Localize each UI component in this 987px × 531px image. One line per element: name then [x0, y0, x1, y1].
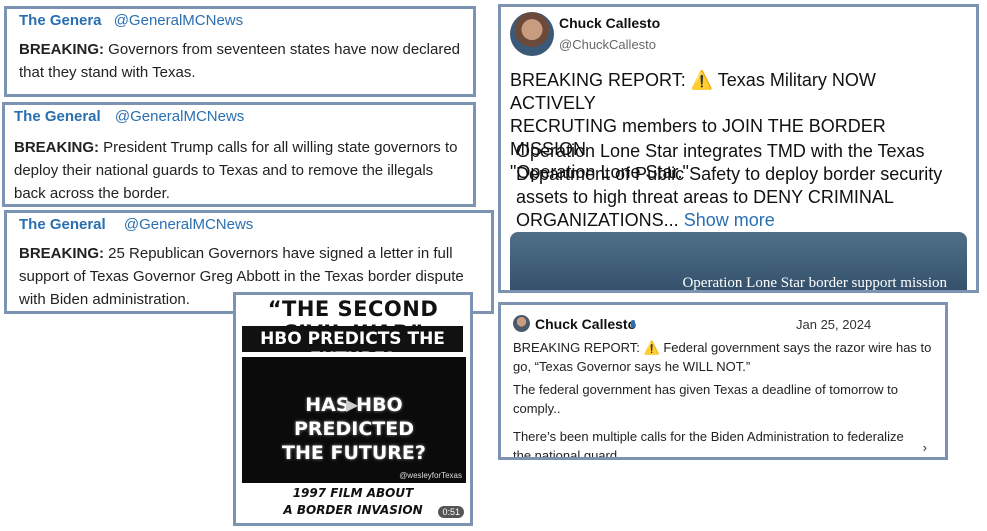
- caption-line: A BORDER INVASION: [283, 503, 423, 517]
- author-handle[interactable]: @GeneralMCNews: [114, 12, 243, 29]
- post-date[interactable]: Jan 25, 2024: [796, 317, 871, 332]
- video-card[interactable]: “THE SECOND CIVIL WAR” HBO PREDICTS THE …: [233, 292, 473, 526]
- text-line: The federal government has given Texas a…: [513, 382, 898, 397]
- author-name[interactable]: The Genera: [19, 12, 102, 29]
- post-header: The Genera @GeneralMCNews: [19, 12, 243, 29]
- post-card-governors-seventeen[interactable]: The Genera @GeneralMCNews BREAKING: Gove…: [4, 6, 476, 97]
- post-text: BREAKING: Governors from seventeen state…: [19, 38, 473, 84]
- author-name[interactable]: The General: [14, 108, 101, 125]
- text-line: with Biden administration.: [19, 291, 190, 308]
- author-name[interactable]: The General: [19, 216, 106, 233]
- post-card-trump-guards[interactable]: The General @GeneralMCNews BREAKING: Pre…: [2, 102, 476, 207]
- breaking-label: BREAKING:: [19, 41, 104, 58]
- text-line: back across the border.: [14, 185, 170, 202]
- frame-text-line: THE FUTURE?: [282, 442, 426, 464]
- post-paragraph: BREAKING REPORT: ⚠️ Federal government s…: [513, 338, 943, 376]
- text-line: support of Texas Governor Greg Abbott in…: [19, 268, 464, 285]
- caption-line: 1997 FILM ABOUT: [292, 486, 414, 500]
- breaking-label: BREAKING:: [19, 245, 104, 262]
- media-caption: Operation Lone Star border support missi…: [682, 275, 947, 291]
- text-line: ORGANIZATIONS...: [516, 210, 679, 230]
- author-name[interactable]: Chuck Callesto: [535, 316, 636, 332]
- show-more-link[interactable]: Show more: [684, 210, 775, 230]
- post-paragraph: The federal government has given Texas a…: [513, 380, 943, 418]
- post-text-continued: Operation Lone Star integrates TMD with …: [516, 140, 966, 232]
- post-header: The General @GeneralMCNews: [14, 108, 244, 125]
- text-line: deploy their national guards to Texas an…: [14, 162, 434, 179]
- text-line: BREAKING REPORT: ⚠️ Federal government s…: [513, 340, 932, 355]
- post-header: The General @GeneralMCNews: [19, 216, 253, 233]
- text-line: Operation Lone Star integrates TMD with …: [516, 141, 925, 161]
- text-line: Governors from seventeen states have now…: [108, 41, 461, 58]
- text-line: BREAKING REPORT: ⚠️ Texas Military NOW A…: [510, 70, 876, 113]
- text-line: President Trump calls for all willing st…: [103, 139, 458, 156]
- text-line: go, “Texas Governor says he WILL NOT.”: [513, 359, 751, 374]
- text-line: comply..: [513, 401, 561, 416]
- text-line: 25 Republican Governors have signed a le…: [108, 245, 453, 262]
- breaking-label: BREAKING:: [14, 139, 99, 156]
- post-card-razor-wire[interactable]: Chuck Callesto Jan 25, 2024 BREAKING REP…: [498, 302, 948, 460]
- video-player[interactable]: HAS HBO PREDICTED THE FUTURE? ▶ @wesleyf…: [242, 357, 466, 483]
- play-icon[interactable]: ▶: [346, 395, 358, 415]
- avatar[interactable]: [513, 315, 530, 332]
- video-caption: 1997 FILM ABOUT A BORDER INVASION: [236, 485, 470, 519]
- watermark: @wesleyforTexas: [399, 471, 462, 480]
- post-text: BREAKING: President Trump calls for all …: [14, 136, 473, 204]
- text-line: that they stand with Texas.: [19, 64, 196, 81]
- avatar[interactable]: [510, 12, 554, 56]
- media-preview[interactable]: Operation Lone Star border support missi…: [510, 232, 967, 291]
- author-handle[interactable]: @GeneralMCNews: [115, 108, 244, 125]
- post-paragraph: There’s been multiple calls for the Bide…: [513, 427, 943, 460]
- video-duration: 0:51: [438, 506, 464, 518]
- author-handle[interactable]: @GeneralMCNews: [124, 216, 253, 233]
- video-subtitle-bar: HBO PREDICTS THE FUTURE?: [242, 326, 463, 369]
- text-line: assets to high threat areas to DENY CRIM…: [516, 187, 894, 207]
- chevron-right-icon[interactable]: ›: [923, 440, 927, 455]
- author-name[interactable]: Chuck Callesto: [559, 15, 660, 31]
- text-line: Department of Public Safety to deploy bo…: [516, 164, 943, 184]
- text-line: There’s been multiple calls for the Bide…: [513, 429, 904, 444]
- text-line: the national guard.....: [513, 448, 636, 460]
- author-handle[interactable]: @ChuckCallesto: [559, 37, 656, 52]
- verified-badge-icon: [631, 320, 635, 328]
- post-card-texas-military[interactable]: Chuck Callesto @ChuckCallesto BREAKING R…: [498, 4, 979, 293]
